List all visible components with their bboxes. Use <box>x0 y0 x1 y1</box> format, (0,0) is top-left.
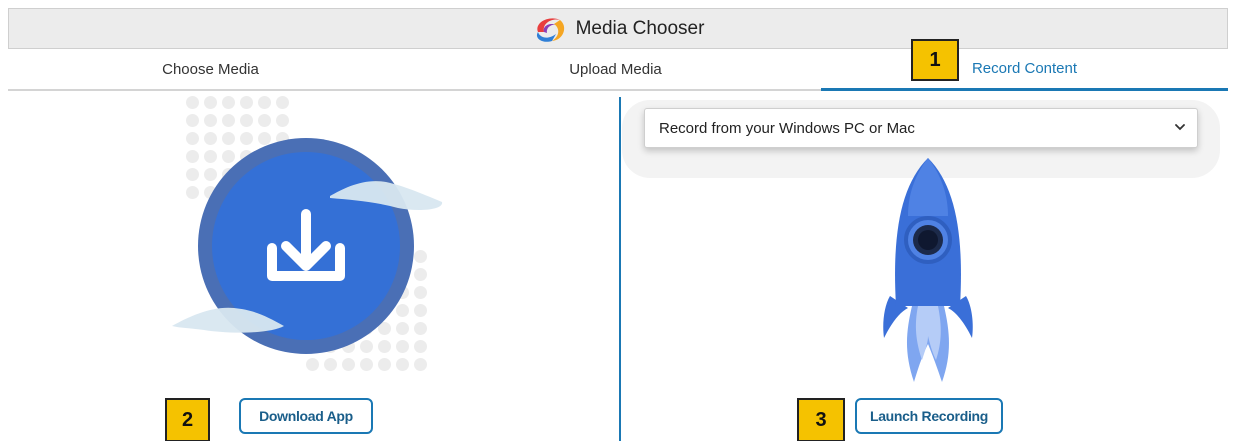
step-badge-1: 1 <box>911 39 959 81</box>
tab-upload-media[interactable]: Upload Media <box>413 49 818 89</box>
download-icon <box>172 138 443 354</box>
step-badge-3: 3 <box>797 398 845 441</box>
media-chooser-logo-icon <box>536 17 564 42</box>
tab-record-content[interactable]: Record Content <box>821 49 1228 91</box>
tab-choose-media[interactable]: Choose Media <box>8 49 413 89</box>
tab-bar: Choose Media Upload Media Record Content <box>8 49 1228 91</box>
title-bar: Media Chooser <box>8 8 1228 49</box>
panel-divider <box>619 97 621 441</box>
step-badge-2: 2 <box>165 398 210 441</box>
record-source-select[interactable]: Record from your Windows PC or Mac <box>644 108 1198 148</box>
rocket-icon <box>883 158 973 382</box>
chevron-down-icon <box>1175 124 1185 131</box>
launch-recording-button[interactable]: Launch Recording <box>855 398 1003 434</box>
window-title: Media Chooser <box>575 17 705 39</box>
record-source-value: Record from your Windows PC or Mac <box>659 119 915 137</box>
download-app-button[interactable]: Download App <box>239 398 373 434</box>
